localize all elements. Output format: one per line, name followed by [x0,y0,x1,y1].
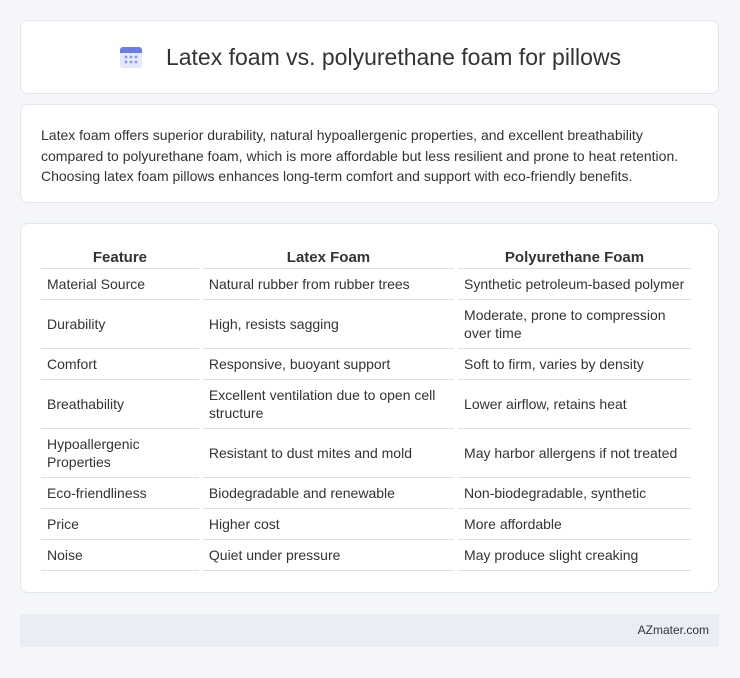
table-row: Hypoallergenic Properties Resistant to d… [41,429,691,478]
table-row: Noise Quiet under pressure May produce s… [41,540,691,571]
feature-cell: Comfort [41,349,199,380]
polyurethane-cell: Non-biodegradable, synthetic [458,478,691,509]
feature-cell: Price [41,509,199,540]
feature-cell: Noise [41,540,199,571]
latex-cell: Excellent ventilation due to open cell s… [202,380,455,429]
table-row: Comfort Responsive, buoyant support Soft… [41,349,691,380]
table-header-row: Feature Latex Foam Polyurethane Foam [41,244,691,269]
polyurethane-cell: Soft to firm, varies by density [458,349,691,380]
latex-cell: Resistant to dust mites and mold [202,429,455,478]
comparison-table-card: Feature Latex Foam Polyurethane Foam Mat… [20,223,719,593]
calendar-icon [118,44,144,70]
latex-cell: Higher cost [202,509,455,540]
polyurethane-cell: May harbor allergens if not treated [458,429,691,478]
feature-cell: Hypoallergenic Properties [41,429,199,478]
feature-cell: Material Source [41,269,199,300]
table-row: Price Higher cost More affordable [41,509,691,540]
latex-cell: Responsive, buoyant support [202,349,455,380]
polyurethane-cell: Moderate, prone to compression over time [458,300,691,349]
footer-credit-link[interactable]: AZmater.com [638,623,709,637]
table-row: Eco-friendliness Biodegradable and renew… [41,478,691,509]
header-polyurethane-foam: Polyurethane Foam [458,244,691,269]
polyurethane-cell: Lower airflow, retains heat [458,380,691,429]
title-card: Latex foam vs. polyurethane foam for pil… [20,20,719,94]
feature-cell: Durability [41,300,199,349]
summary-text: Latex foam offers superior durability, n… [41,127,679,184]
header-latex-foam: Latex Foam [202,244,455,269]
polyurethane-cell: May produce slight creaking [458,540,691,571]
footer-bar: AZmater.com [20,614,719,647]
summary-card: Latex foam offers superior durability, n… [20,104,719,203]
polyurethane-cell: Synthetic petroleum-based polymer [458,269,691,300]
latex-cell: High, resists sagging [202,300,455,349]
latex-cell: Quiet under pressure [202,540,455,571]
feature-cell: Eco-friendliness [41,478,199,509]
header-feature: Feature [41,244,199,269]
latex-cell: Biodegradable and renewable [202,478,455,509]
polyurethane-cell: More affordable [458,509,691,540]
table-row: Breathability Excellent ventilation due … [41,380,691,429]
latex-cell: Natural rubber from rubber trees [202,269,455,300]
page-title: Latex foam vs. polyurethane foam for pil… [165,43,622,70]
table-row: Durability High, resists sagging Moderat… [41,300,691,349]
comparison-table: Feature Latex Foam Polyurethane Foam Mat… [37,244,695,571]
table-row: Material Source Natural rubber from rubb… [41,269,691,300]
feature-cell: Breathability [41,380,199,429]
